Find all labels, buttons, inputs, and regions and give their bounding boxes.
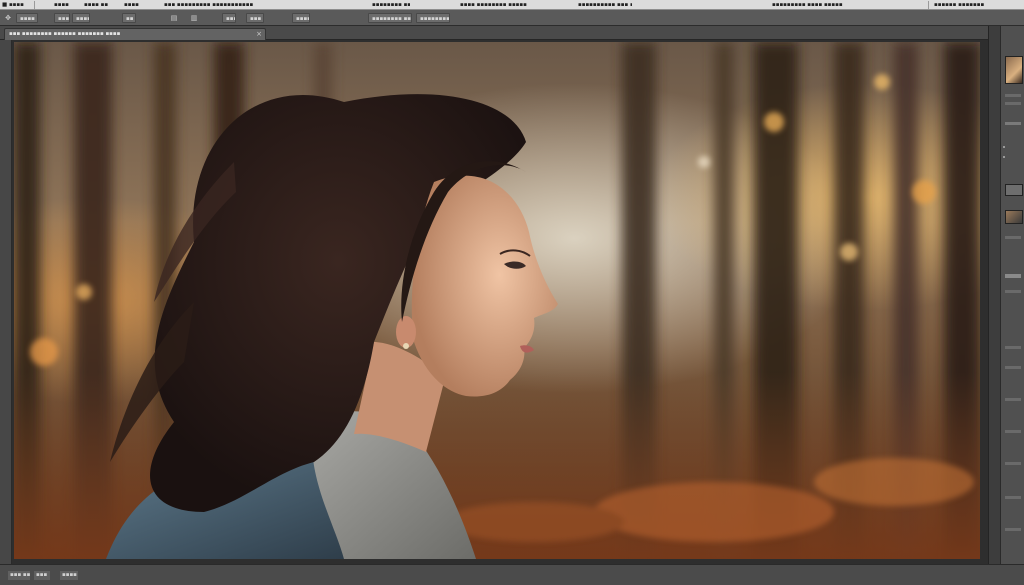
menu-separator: [34, 1, 35, 9]
menu-item-document-info[interactable]: ▪▪▪ ▪▪▪▪▪▪▪▪▪ ▪▪▪▪▪▪▪▪▪▪▪: [164, 1, 256, 9]
menu-item-image[interactable]: ▪▪▪▪: [124, 1, 148, 9]
move-icon[interactable]: ✥: [4, 14, 12, 22]
document-tab-label: ▪▪▪ ▪▪▪▪▪▪▪▪ ▪▪▪▪▪▪ ▪▪▪▪▪▪▪ ▪▪▪▪: [9, 31, 121, 37]
option-button[interactable]: ▪▪: [122, 13, 136, 23]
panel-row: [1005, 346, 1021, 349]
option-button[interactable]: ▪▪▪: [54, 13, 70, 23]
panel-row: [1005, 462, 1021, 465]
panel-row: [1005, 366, 1021, 369]
menu-item-filter[interactable]: ▪▪▪▪ ▪▪▪▪▪▪▪▪ ▪▪▪▪▪: [460, 1, 532, 9]
menu-item-edit[interactable]: ▪▪▪▪ ▪▪: [84, 1, 114, 9]
panel-swatch[interactable]: [1005, 184, 1023, 196]
panel-row: [1005, 94, 1021, 97]
panel-row: [1005, 102, 1021, 105]
panel-row: [1005, 274, 1021, 278]
panel-tick: [1003, 146, 1005, 148]
document-tab-bar: ▪▪▪ ▪▪▪▪▪▪▪▪ ▪▪▪▪▪▪ ▪▪▪▪▪▪▪ ▪▪▪▪ ×: [0, 26, 1000, 40]
option-button[interactable]: ▪▪▪▪: [292, 13, 310, 23]
layer-thumbnail-icon[interactable]: [1005, 56, 1023, 84]
option-dropdown[interactable]: ▪▪▪▪▪▪▪▪▪: [416, 13, 450, 23]
panel-row: [1005, 528, 1021, 531]
canvas-area[interactable]: [12, 40, 988, 564]
tool-options-bar: ✥ ▪▪▪▪ ▪▪▪ ▪▪▪▪ ▪▪ ▤ ▥ ▪▪ ▪▪▪ ▪▪▪ ▪ ▪▪▪ ▪▪…: [0, 10, 1024, 26]
zoom-readout[interactable]: ▪▪▪ ▪▪: [8, 571, 30, 580]
panel-row: [1005, 430, 1021, 433]
image-canvas[interactable]: [14, 42, 980, 559]
option-button[interactable]: ▪▪▪▪: [16, 13, 38, 23]
menu-item-file[interactable]: ▪▪▪▪: [54, 1, 80, 9]
menu-item-layer[interactable]: ▪▪▪▪▪▪▪▪ ▪▪▪▪▪▪: [372, 1, 410, 9]
option-dropdown[interactable]: ▪▪▪▪▪▪▪▪ ▪▪▪▪▪▪: [368, 13, 412, 23]
option-button[interactable]: ▪▪▪: [246, 13, 264, 23]
panel-row: [1005, 290, 1021, 293]
panel-tick: [1003, 156, 1005, 158]
align-icon[interactable]: ▤: [170, 14, 178, 22]
app-menu-bar: ■ ▪▪▪▪ ▪▪▪▪ ▪▪▪▪ ▪▪ ▪▪▪▪ ▪▪▪ ▪▪▪▪▪▪▪▪▪ ▪…: [0, 0, 1024, 10]
menu-item-app[interactable]: ■ ▪▪▪▪: [2, 1, 32, 9]
status-item: ▪▪▪▪: [60, 571, 78, 580]
panel-row: [1005, 122, 1021, 125]
menu-item-view[interactable]: ▪▪▪▪▪▪▪▪▪▪ ▪▪▪ ▪▪▪▪: [578, 1, 632, 9]
menu-item-window[interactable]: ▪▪▪▪▪▪▪▪▪ ▪▪▪▪ ▪▪▪▪▪: [772, 1, 844, 9]
option-button[interactable]: ▪▪▪▪: [72, 13, 90, 23]
status-bar: ▪▪▪ ▪▪ ▪▪▪ ▪▪▪▪: [0, 564, 1024, 585]
distribute-icon[interactable]: ▥: [190, 14, 198, 22]
close-icon[interactable]: ×: [256, 30, 262, 39]
panel-row: [1005, 496, 1021, 499]
document-tab[interactable]: ▪▪▪ ▪▪▪▪▪▪▪▪ ▪▪▪▪▪▪ ▪▪▪▪▪▪▪ ▪▪▪▪ ×: [4, 28, 266, 40]
menu-separator: [928, 1, 929, 9]
panel-row: [1005, 398, 1021, 401]
photo-woman-profile-forest: [14, 42, 980, 559]
layer-thumbnail-icon[interactable]: [1005, 210, 1023, 224]
status-item: ▪▪▪: [34, 571, 50, 580]
panel-row: [1005, 236, 1021, 239]
layers-panel: [1000, 26, 1024, 564]
option-button[interactable]: ▪▪▪▪▪: [222, 13, 236, 23]
menu-item-help[interactable]: ▪▪▪▪▪▪ ▪▪▪▪▪▪▪: [934, 1, 990, 9]
panel-collapse-strip: [988, 26, 1000, 564]
tools-panel: [0, 40, 12, 564]
